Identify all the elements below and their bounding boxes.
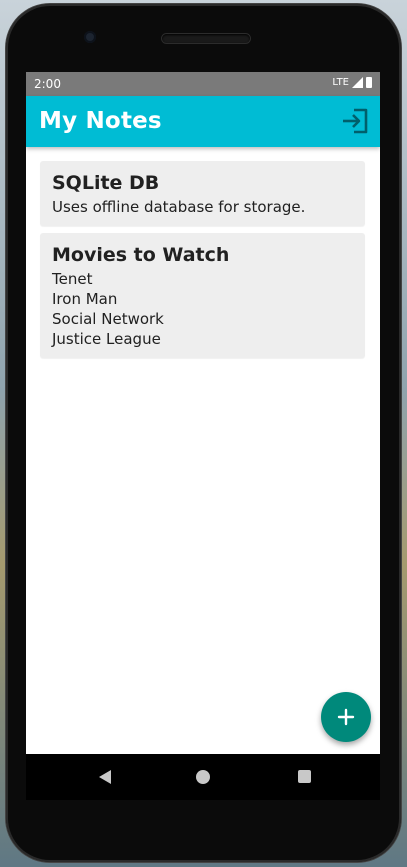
navigation-bar <box>26 754 380 800</box>
network-type: LTE <box>332 77 349 88</box>
note-title: Movies to Watch <box>52 244 230 266</box>
note-body: Uses offline database for storage. <box>52 198 306 216</box>
login-button[interactable] <box>340 106 370 136</box>
plus-icon <box>337 708 355 726</box>
login-icon <box>343 108 368 134</box>
status-icons: LTE <box>332 77 372 88</box>
front-camera <box>84 31 96 43</box>
app-screen: 2:00 LTE My Notes SQLite DB Uses offline… <box>26 72 380 758</box>
note-body: Tenet Iron Man Social Network Justice Le… <box>52 270 164 348</box>
recents-icon[interactable] <box>298 770 311 783</box>
status-time: 2:00 <box>34 77 61 91</box>
note-card[interactable]: SQLite DB Uses offline database for stor… <box>40 161 365 226</box>
page-title: My Notes <box>39 108 162 134</box>
app-bar: My Notes <box>26 96 380 147</box>
earpiece-speaker <box>162 34 250 43</box>
notes-list: SQLite DB Uses offline database for stor… <box>40 161 365 365</box>
note-card[interactable]: Movies to Watch Tenet Iron Man Social Ne… <box>40 233 365 358</box>
battery-icon <box>366 77 372 88</box>
back-icon[interactable] <box>99 770 111 784</box>
signal-icon <box>352 77 363 88</box>
note-title: SQLite DB <box>52 172 160 194</box>
status-bar: 2:00 LTE <box>26 72 380 96</box>
home-icon[interactable] <box>196 770 210 784</box>
add-note-button[interactable] <box>321 692 371 742</box>
